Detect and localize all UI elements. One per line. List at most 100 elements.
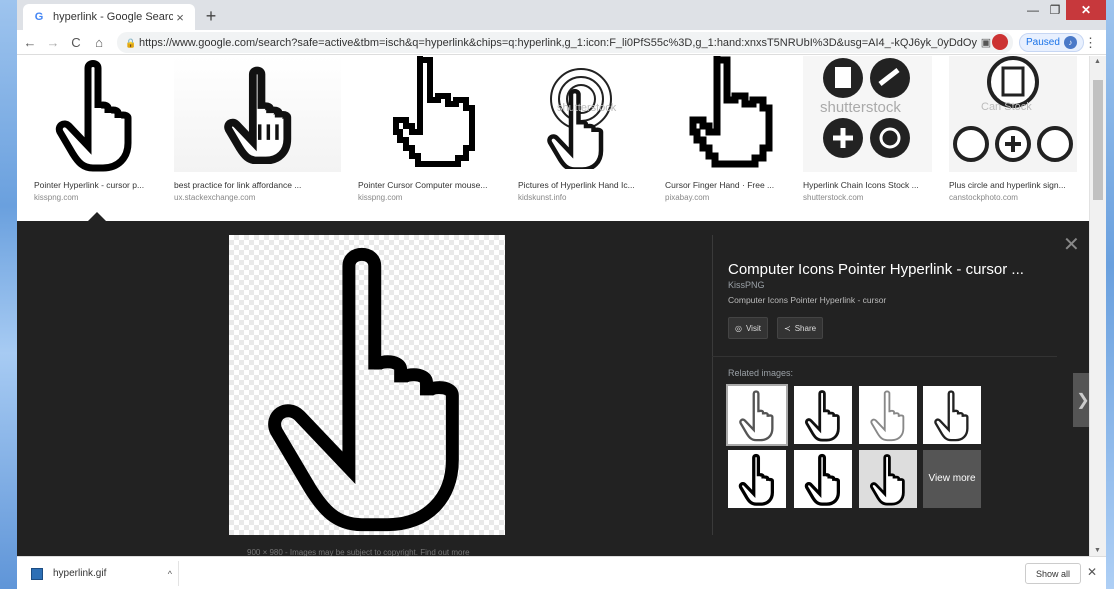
back-button[interactable]: ← xyxy=(20,35,40,50)
google-favicon-icon: G xyxy=(34,11,44,23)
section-divider xyxy=(712,356,1057,357)
preview-description: Computer Icons Pointer Hyperlink - curso… xyxy=(728,295,887,305)
globe-icon: ◎ xyxy=(735,323,742,333)
extension-icon[interactable] xyxy=(992,34,1008,50)
preview-site: KissPNG xyxy=(728,280,765,290)
watermark-text: Can Stock xyxy=(981,101,1032,113)
tab-google-search[interactable]: G hyperlink - Google Search × xyxy=(23,4,195,30)
result-source: shutterstock.com xyxy=(803,193,864,202)
menu-icon[interactable]: ⋮ xyxy=(1084,35,1097,51)
scrollbar-thumb[interactable] xyxy=(1093,80,1103,200)
related-image[interactable] xyxy=(794,450,852,508)
close-downloads-icon[interactable]: ✕ xyxy=(1087,565,1097,579)
visit-button[interactable]: ◎ Visit xyxy=(728,317,768,339)
browser-window: G hyperlink - Google Search × + — ❐ ✕ ← … xyxy=(17,0,1106,589)
scroll-up-icon[interactable]: ▲ xyxy=(1094,58,1101,65)
related-images-label: Related images: xyxy=(728,368,794,378)
visit-label: Visit xyxy=(745,323,761,333)
new-tab-button[interactable]: + xyxy=(201,6,221,27)
downloads-bar: hyperlink.gif ^ Show all ✕ xyxy=(17,556,1106,589)
address-bar[interactable]: 🔒 https://www.google.com/search?safe=act… xyxy=(117,32,1013,53)
hand-pointer-icon xyxy=(41,56,151,172)
show-all-button[interactable]: Show all xyxy=(1025,563,1081,584)
share-icon: ≺ xyxy=(784,323,791,333)
tab-title: hyperlink - Google Search xyxy=(53,11,173,23)
hand-pointer-icon xyxy=(870,390,905,442)
hand-pointer-icon xyxy=(738,453,774,506)
result-thumbnail[interactable]: shutterstock xyxy=(803,56,932,172)
find-out-more-link[interactable]: Find out more xyxy=(420,548,469,556)
result-title[interactable]: Plus circle and hyperlink sign... xyxy=(949,180,1073,190)
result-source: kidskunst.info xyxy=(518,193,567,202)
browser-toolbar: ← → C ⌂ 🔒 https://www.google.com/search?… xyxy=(17,30,1106,55)
related-image[interactable] xyxy=(726,384,788,446)
plus-hyperlink-icons: Can Stock xyxy=(953,56,1073,162)
tap-hand-icon: shutterstock xyxy=(529,68,617,169)
hand-pointer-icon xyxy=(229,235,505,535)
result-title[interactable]: Pictures of Hyperlink Hand Ic... xyxy=(518,180,649,190)
caption-text: 900 × 980 - Images may be subject to cop… xyxy=(247,548,418,556)
preview-title[interactable]: Computer Icons Pointer Hyperlink - curso… xyxy=(728,261,1058,278)
result-thumbnail[interactable]: Can Stock xyxy=(949,56,1077,172)
window-controls: — ❐ ✕ xyxy=(1022,0,1106,22)
maximize-button[interactable]: ❐ xyxy=(1044,0,1066,20)
download-filename[interactable]: hyperlink.gif xyxy=(53,568,168,579)
window-close-button[interactable]: ✕ xyxy=(1066,0,1106,20)
share-button[interactable]: ≺ Share xyxy=(777,317,824,339)
result-source: kisspng.com xyxy=(358,193,403,202)
desktop-background-left xyxy=(0,0,17,589)
result-title[interactable]: best practice for link affordance ... xyxy=(174,180,334,190)
download-item[interactable]: hyperlink.gif ^ xyxy=(21,561,179,586)
reload-button[interactable]: C xyxy=(66,35,86,50)
related-image[interactable] xyxy=(728,450,786,508)
related-image[interactable] xyxy=(923,386,981,444)
tab-close-icon[interactable]: × xyxy=(173,10,187,25)
result-title[interactable]: Pointer Cursor Computer mouse... xyxy=(358,180,501,190)
url-text[interactable]: https://www.google.com/search?safe=activ… xyxy=(139,37,977,49)
chevron-up-icon[interactable]: ^ xyxy=(168,569,172,579)
home-button[interactable]: ⌂ xyxy=(89,35,109,50)
result-thumbnail[interactable] xyxy=(358,56,501,172)
scroll-down-icon[interactable]: ▼ xyxy=(1094,547,1101,554)
result-thumbnail[interactable] xyxy=(665,56,788,172)
desktop-background-right xyxy=(1106,0,1114,589)
lock-icon: 🔒 xyxy=(125,38,137,48)
watermark-text: shutterstock xyxy=(557,102,617,114)
result-thumbnail[interactable]: shutterstock xyxy=(518,56,649,172)
result-title[interactable]: Hyperlink Chain Icons Stock ... xyxy=(803,180,932,190)
result-source: canstockphoto.com xyxy=(949,193,1018,202)
hand-pointer-icon xyxy=(934,390,969,442)
page-scrollbar[interactable]: ▲ ▼ xyxy=(1089,56,1106,556)
next-image-button[interactable]: ❯ xyxy=(1073,373,1089,427)
tab-strip: G hyperlink - Google Search × + — ❐ ✕ xyxy=(17,0,1106,30)
related-image[interactable] xyxy=(794,386,852,444)
hand-pointer-icon xyxy=(869,454,905,506)
pixel-hand-cursor-icon xyxy=(380,56,480,172)
pixel-hand-cursor-icon xyxy=(672,56,782,172)
view-more-label: View more xyxy=(928,473,976,484)
image-file-icon xyxy=(31,567,43,580)
watermark-text: shutterstock xyxy=(820,99,901,116)
image-preview-panel: 900 × 980 - Images may be subject to cop… xyxy=(17,221,1089,556)
preview-image[interactable] xyxy=(229,235,505,535)
minimize-button[interactable]: — xyxy=(1022,0,1044,20)
close-preview-icon[interactable]: ✕ xyxy=(1063,235,1080,255)
hand-pointer-icon xyxy=(804,390,840,442)
avatar: ♪ xyxy=(1063,36,1077,49)
related-image[interactable] xyxy=(859,386,917,444)
hand-pointer-icon xyxy=(213,64,303,164)
view-more-button[interactable]: View more xyxy=(923,450,981,508)
result-title[interactable]: Pointer Hyperlink - cursor p... xyxy=(34,180,158,190)
paused-label: Paused xyxy=(1026,37,1060,48)
profile-paused-button[interactable]: Paused ♪ xyxy=(1019,33,1084,52)
copyright-caption: 900 × 980 - Images may be subject to cop… xyxy=(247,548,470,556)
hand-pointer-icon xyxy=(739,390,774,442)
result-thumbnail[interactable] xyxy=(174,56,341,172)
selected-indicator xyxy=(88,212,106,221)
chain-icons-grid: shutterstock xyxy=(820,58,910,158)
result-source: kisspng.com xyxy=(34,193,79,202)
result-thumbnail[interactable] xyxy=(34,56,158,172)
related-image[interactable] xyxy=(859,450,917,508)
result-title[interactable]: Cursor Finger Hand · Free ... xyxy=(665,180,788,190)
forward-button[interactable]: → xyxy=(43,35,63,50)
